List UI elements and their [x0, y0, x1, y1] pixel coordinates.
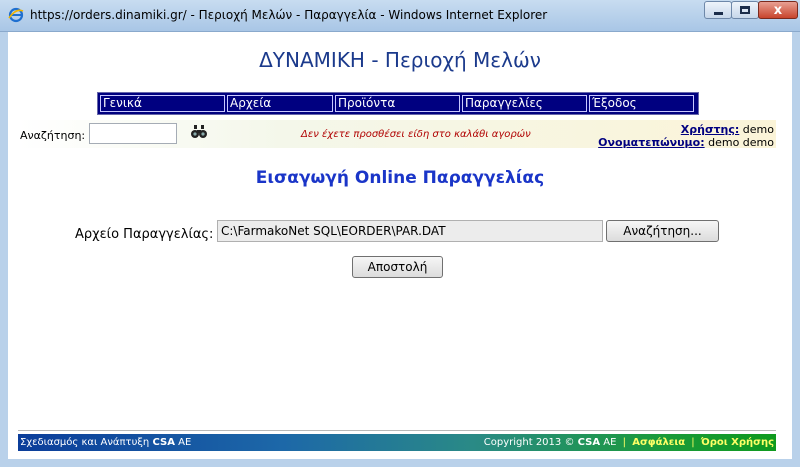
nav-item-products[interactable]: Προϊόντα	[335, 95, 460, 112]
search-label: Αναζήτηση:	[20, 129, 86, 142]
copyright-brand: CSA	[577, 437, 601, 448]
fullname-row: Ονοματεπώνυμο: demo demo	[598, 136, 774, 149]
copyright-text: Copyright 2013 ©	[483, 437, 575, 448]
minimize-icon	[713, 12, 723, 15]
fullname-value: demo demo	[708, 136, 774, 149]
cart-empty-message: Δεν έχετε προσθέσει είδη στο καλάθι αγορ…	[301, 129, 531, 140]
fullname-label[interactable]: Ονοματεπώνυμο:	[598, 136, 704, 149]
nav-item-orders[interactable]: Παραγγελίες	[462, 95, 587, 112]
browse-button[interactable]: Αναζήτηση...	[606, 220, 719, 242]
user-row: Χρήστης: demo	[598, 123, 774, 136]
close-button[interactable]: x	[758, 1, 798, 19]
user-value: demo	[742, 123, 774, 136]
footer-divider	[18, 430, 776, 431]
footer-separator: |	[691, 437, 695, 448]
window-title: https://orders.dinamiki.gr/ - Περιοχή Με…	[30, 8, 548, 22]
user-info: Χρήστης: demo Ονοματεπώνυμο: demo demo	[598, 123, 774, 149]
user-label[interactable]: Χρήστης:	[681, 123, 740, 136]
order-file-label: Αρχείο Παραγγελίας:	[75, 227, 214, 242]
maximize-button[interactable]	[731, 1, 759, 19]
nav-item-general[interactable]: Γενικά	[100, 95, 225, 112]
nav-item-files[interactable]: Αρχεία	[227, 95, 333, 112]
footer-links: Copyright 2013 © CSA AE | Ασφάλεια | Όρο…	[484, 434, 774, 451]
brand-suffix: AE	[178, 437, 192, 448]
close-icon: x	[773, 2, 783, 18]
terms-link[interactable]: Όροι Χρήσης	[701, 437, 774, 448]
nav-item-exit[interactable]: Έξοδος	[589, 95, 694, 112]
copyright-suffix: AE	[603, 437, 617, 448]
main-nav: Γενικά Αρχεία Προϊόντα Παραγγελίες Έξοδο…	[97, 92, 699, 115]
footer: Σχεδιασμός και Ανάπτυξη CSA AE Copyright…	[18, 434, 776, 451]
minimize-button[interactable]	[704, 1, 732, 19]
order-file-input[interactable]: C:\FarmakoNet SQL\EORDER\PAR.DAT	[217, 220, 603, 242]
search-input[interactable]	[89, 123, 177, 144]
submit-button[interactable]: Αποστολή	[352, 256, 443, 278]
site-title: ΔΥΝΑΜΙΚΗ - Περιοχή Μελών	[259, 48, 541, 72]
design-text: Σχεδιασμός και Ανάπτυξη	[20, 437, 150, 448]
security-link[interactable]: Ασφάλεια	[632, 437, 685, 448]
binoculars-icon[interactable]	[191, 125, 207, 139]
maximize-icon	[740, 6, 750, 14]
internet-explorer-icon	[8, 7, 24, 23]
window-titlebar[interactable]: https://orders.dinamiki.gr/ - Περιοχή Με…	[0, 0, 800, 32]
footer-separator: |	[622, 437, 627, 448]
brand-name: CSA	[152, 437, 175, 448]
form-title: Εισαγωγή Online Παραγγελίας	[255, 168, 545, 188]
footer-credits: Σχεδιασμός και Ανάπτυξη CSA AE	[20, 434, 191, 451]
search-strip: Αναζήτηση: Δεν έχετε προσθέσει είδη στο …	[18, 120, 776, 149]
page-content: ΔΥΝΑΜΙΚΗ - Περιοχή Μελών Γενικά Αρχεία Π…	[8, 32, 792, 459]
